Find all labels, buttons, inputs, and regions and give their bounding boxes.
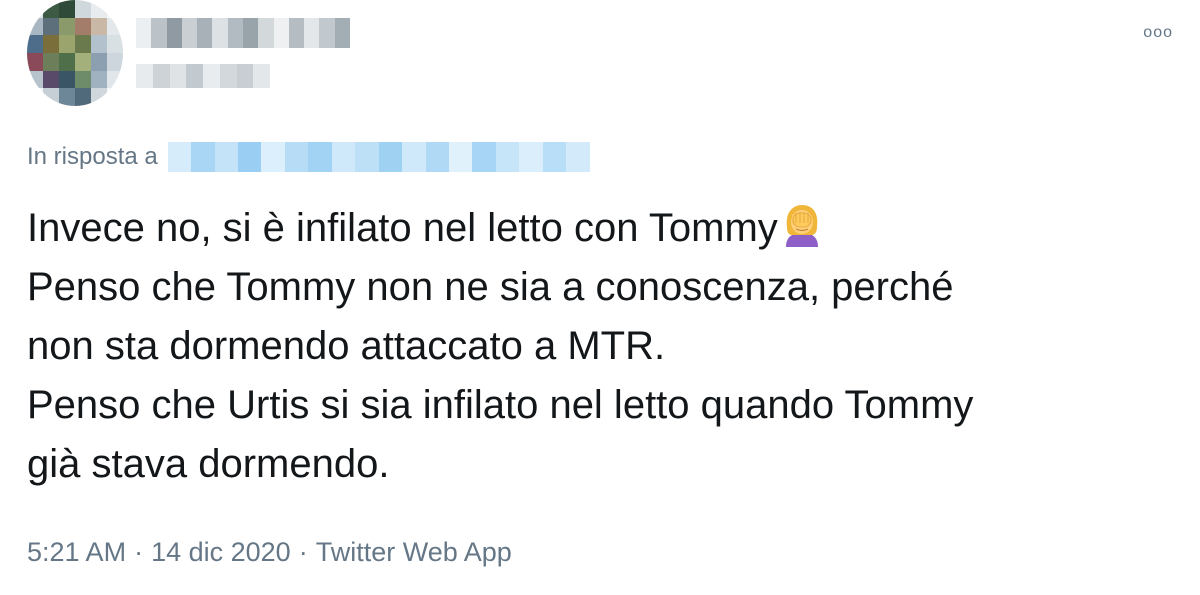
- tweet-line-text: Invece no, si è infilato nel letto con T…: [27, 206, 778, 250]
- tweet-time[interactable]: 5:21 AM: [27, 537, 126, 567]
- more-options-button[interactable]: ooo: [1143, 24, 1173, 42]
- reply-prefix: In risposta a: [27, 143, 158, 170]
- reply-context: In risposta a: [27, 142, 590, 172]
- tweet-line: già stava dormendo.: [27, 442, 390, 486]
- user-display-name[interactable]: [136, 18, 350, 48]
- meta-separator: ·: [134, 537, 144, 567]
- tweet-line: Penso che Urtis si sia infilato nel lett…: [27, 383, 974, 427]
- tweet-date[interactable]: 14 dic 2020: [151, 537, 291, 567]
- tweet-text: Invece no, si è infilato nel letto con T…: [27, 199, 1177, 494]
- more-horizontal-icon: ooo: [1143, 24, 1173, 41]
- tweet-line: Invece no, si è infilato nel letto con T…: [27, 199, 1177, 258]
- user-handle[interactable]: [136, 64, 270, 88]
- user-avatar[interactable]: [27, 0, 123, 106]
- tweet-source[interactable]: Twitter Web App: [316, 537, 512, 567]
- meta-separator: ·: [298, 537, 308, 567]
- tweet-meta: 5:21 AM · 14 dic 2020 · Twitter Web App: [27, 537, 512, 568]
- face-palm-emoji-icon: [782, 203, 822, 247]
- tweet-line: non sta dormendo attaccato a MTR.: [27, 324, 666, 368]
- tweet-line: Penso che Tommy non ne sia a conoscenza,…: [27, 265, 954, 309]
- reply-to-link[interactable]: [167, 142, 590, 172]
